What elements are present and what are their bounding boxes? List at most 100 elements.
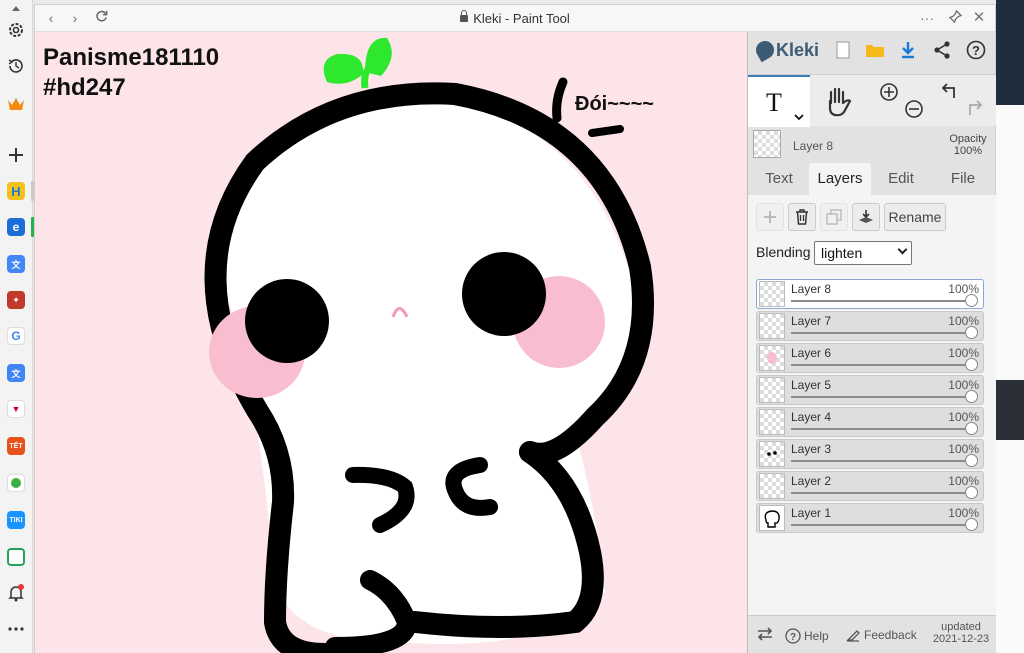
- layer-opacity-slider[interactable]: [791, 492, 973, 494]
- drawing-canvas[interactable]: Panisme181110 #hd247 Đói~~~~: [35, 32, 747, 653]
- slider-knob[interactable]: [965, 486, 978, 499]
- layer-row[interactable]: Layer 3 100%: [756, 439, 984, 469]
- add-layer-button[interactable]: [756, 203, 784, 231]
- tab-file[interactable]: File: [932, 163, 994, 195]
- crown-icon[interactable]: [5, 93, 27, 115]
- layer-row[interactable]: Layer 1 100%: [756, 503, 984, 533]
- translate-icon[interactable]: 文: [5, 253, 27, 275]
- google-icon[interactable]: G: [5, 325, 27, 347]
- canvas-caption-line1: Panisme181110: [43, 44, 220, 71]
- sheet-app-icon[interactable]: [5, 546, 27, 568]
- feedback-icon: [846, 630, 860, 642]
- canvas-speech: Đói~~~~: [575, 93, 654, 115]
- add-icon[interactable]: [5, 144, 27, 166]
- app-h-icon[interactable]: H: [5, 180, 27, 202]
- kleki-logo-icon: [752, 37, 778, 63]
- history-icon[interactable]: [5, 55, 27, 77]
- layer-name: Layer 8: [791, 282, 832, 296]
- layer-name: Layer 1: [791, 506, 832, 520]
- tab-layers[interactable]: Layers: [809, 163, 871, 195]
- lock-icon: [460, 10, 469, 22]
- text-tool-button[interactable]: T: [748, 75, 810, 127]
- shop-app-icon[interactable]: ▼: [5, 398, 27, 420]
- svg-text:T: T: [766, 88, 782, 117]
- scroll-up-icon[interactable]: [5, 3, 27, 13]
- help-circle-icon[interactable]: ?: [965, 39, 987, 61]
- hand-tool-icon[interactable]: [824, 85, 854, 122]
- eye-right: [462, 252, 546, 336]
- zoom-out-icon[interactable]: [904, 99, 924, 124]
- slider-knob[interactable]: [965, 518, 978, 531]
- app-e-icon[interactable]: e: [5, 216, 27, 238]
- new-image-icon[interactable]: [832, 39, 854, 61]
- layer-thumbnail: [759, 441, 785, 467]
- tab-text[interactable]: Text: [748, 163, 810, 195]
- layer-row[interactable]: Layer 8 100%: [756, 279, 984, 309]
- layer-thumbnail: [759, 473, 785, 499]
- layer-row[interactable]: Layer 7 100%: [756, 311, 984, 341]
- tet-app-icon[interactable]: TẾT: [5, 435, 27, 457]
- swap-panel-button[interactable]: [756, 626, 774, 642]
- kleki-logo[interactable]: Kleki: [752, 37, 819, 63]
- blending-select[interactable]: lighten: [814, 241, 912, 265]
- duplicate-layer-button[interactable]: [820, 203, 848, 231]
- slider-knob[interactable]: [965, 294, 978, 307]
- opacity-label: Opacity: [949, 133, 987, 145]
- title-bar: ‹ › Kleki - Paint Tool ··· ✕: [35, 5, 995, 32]
- help-icon: ?: [785, 628, 801, 644]
- undo-icon[interactable]: [941, 82, 959, 105]
- pin-icon[interactable]: [947, 9, 963, 26]
- svg-text:?: ?: [972, 43, 980, 58]
- share-icon[interactable]: [931, 39, 953, 61]
- feedback-button[interactable]: Feedback: [846, 628, 917, 642]
- opacity-value: 100%: [953, 145, 983, 157]
- settings-gear-icon[interactable]: [5, 19, 27, 41]
- layer-opacity-slider[interactable]: [791, 364, 973, 366]
- current-layer-preview: [753, 130, 781, 158]
- slider-knob[interactable]: [965, 326, 978, 339]
- open-folder-icon[interactable]: [864, 39, 886, 61]
- sprout-leaf-left: [323, 53, 364, 84]
- blending-label: Blending: [756, 244, 811, 260]
- shield-app-icon[interactable]: ✦: [5, 289, 27, 311]
- map-app-icon[interactable]: [5, 472, 27, 494]
- layer-opacity-slider[interactable]: [791, 300, 973, 302]
- window-title-text: Kleki - Paint Tool: [473, 11, 570, 26]
- tab-edit[interactable]: Edit: [870, 163, 932, 195]
- close-icon[interactable]: ✕: [971, 10, 987, 26]
- layer-thumbnail: [759, 345, 785, 371]
- download-icon[interactable]: [897, 39, 919, 61]
- browser-sidebar: H e 文 ✦ G 文 ▼ TẾT TIKI: [0, 0, 34, 653]
- layer-row[interactable]: Layer 6 100%: [756, 343, 984, 373]
- rename-button[interactable]: Rename: [884, 203, 946, 231]
- more-options-icon[interactable]: ···: [919, 10, 935, 26]
- background-window-bar: [996, 0, 1024, 105]
- slider-knob[interactable]: [965, 358, 978, 371]
- layer-row[interactable]: Layer 2 100%: [756, 471, 984, 501]
- layer-opacity-slider[interactable]: [791, 332, 973, 334]
- layer-row[interactable]: Layer 4 100%: [756, 407, 984, 437]
- translate-icon-2[interactable]: 文: [5, 362, 27, 384]
- delete-layer-button[interactable]: [788, 203, 816, 231]
- layers-panel: Rename Blending lighten Layer 8 100% Lay…: [748, 195, 996, 615]
- layer-opacity-slider[interactable]: [791, 428, 973, 430]
- swap-arrows-icon: [757, 627, 773, 641]
- layer-opacity-slider[interactable]: [791, 460, 973, 462]
- redo-icon[interactable]: [965, 99, 983, 122]
- zoom-in-icon[interactable]: [879, 82, 899, 107]
- layer-opacity-slider[interactable]: [791, 396, 973, 398]
- tool-row: T: [748, 74, 996, 127]
- blending-value: lighten: [821, 245, 863, 261]
- tiki-app-icon[interactable]: TIKI: [5, 509, 27, 531]
- notification-bell-icon[interactable]: [5, 582, 27, 604]
- more-dots-icon[interactable]: [5, 618, 27, 640]
- merge-down-button[interactable]: [852, 203, 880, 231]
- slider-knob[interactable]: [965, 422, 978, 435]
- help-button[interactable]: ? Help: [785, 628, 829, 644]
- canvas-caption-line2: #hd247: [43, 74, 126, 101]
- layer-name: Layer 7: [791, 314, 832, 328]
- slider-knob[interactable]: [965, 390, 978, 403]
- layer-opacity-slider[interactable]: [791, 524, 973, 526]
- layer-row[interactable]: Layer 5 100%: [756, 375, 984, 405]
- slider-knob[interactable]: [965, 454, 978, 467]
